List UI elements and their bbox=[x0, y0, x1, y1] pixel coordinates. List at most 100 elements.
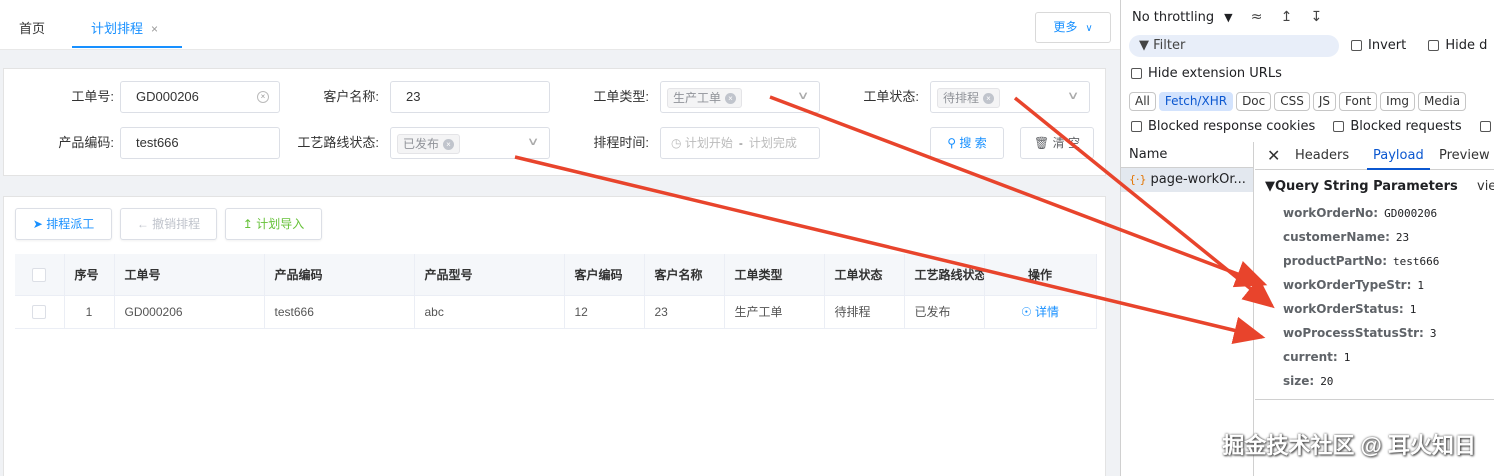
table-row[interactable]: 1 GD000206 test666 abc 12 23 生产工单 待排程 已发… bbox=[15, 295, 1097, 329]
param-key: workOrderStatus: bbox=[1283, 302, 1404, 316]
product-code-input[interactable]: test666 bbox=[120, 127, 280, 159]
process-status-select[interactable]: 已发布 × ∨ bbox=[390, 127, 550, 159]
blocked-options-row: Blocked response cookies Blocked request… bbox=[1121, 119, 1494, 134]
revoke-button[interactable]: ← 撤销排程 bbox=[120, 208, 217, 240]
hide-data-checkbox[interactable] bbox=[1428, 40, 1440, 51]
dispatch-button-label: 排程派工 bbox=[46, 217, 95, 231]
param-key: workOrderTypeStr: bbox=[1283, 278, 1412, 292]
tab-home[interactable]: 首页 bbox=[19, 0, 45, 48]
upload-icon[interactable]: ↥ bbox=[1281, 0, 1293, 34]
param-row: workOrderStatus: 1 bbox=[1283, 302, 1416, 316]
clear-icon[interactable]: × bbox=[257, 91, 269, 103]
devtools-network-panel: No throttling ▼ ≈ ↥ ↧ ▼ Filter Invert Hid… bbox=[1120, 0, 1494, 476]
work-order-no-input[interactable]: GD000206 × bbox=[120, 81, 280, 113]
chevron-down-icon: ∨ bbox=[1066, 90, 1080, 102]
eye-icon: ☉ bbox=[1020, 305, 1032, 319]
tag-close-icon[interactable]: × bbox=[725, 93, 737, 105]
blocked-cookies-checkbox[interactable] bbox=[1131, 121, 1142, 132]
tab-plan-schedule[interactable]: 计划排程 × bbox=[72, 0, 182, 48]
import-button[interactable]: ↥ 计划导入 bbox=[225, 208, 322, 240]
chip-all[interactable]: All bbox=[1129, 92, 1156, 111]
query-string-title: Query String Parameters bbox=[1275, 179, 1458, 194]
list-panel: ➤ 排程派工 ← 撤销排程 ↥ 计划导入 序号 工单号 产品编码 产品型号 客户… bbox=[3, 196, 1106, 476]
tab-plan-label: 计划排程 bbox=[91, 21, 144, 36]
clear-button[interactable]: 🗑 清 空 bbox=[1020, 127, 1094, 159]
chip-media[interactable]: Media bbox=[1418, 92, 1467, 111]
chip-font[interactable]: Font bbox=[1339, 92, 1378, 111]
param-value: GD000206 bbox=[1384, 207, 1438, 220]
product-code-label: 产品编码: bbox=[58, 135, 114, 150]
param-value: 1 bbox=[1417, 279, 1425, 292]
customer-name-input[interactable]: 23 bbox=[390, 81, 550, 113]
chip-js[interactable]: JS bbox=[1312, 92, 1337, 111]
param-key: size: bbox=[1283, 374, 1315, 388]
send-icon: ➤ bbox=[32, 217, 43, 231]
revoke-button-label: 撤销排程 bbox=[152, 217, 201, 231]
third-party-checkbox[interactable] bbox=[1479, 121, 1491, 132]
schedule-time-label: 排程时间: bbox=[593, 135, 649, 150]
schedule-end-placeholder: 计划完成 bbox=[748, 136, 797, 150]
detail-link-label: 详情 bbox=[1035, 305, 1060, 319]
more-button[interactable]: 更多 ∨ bbox=[1035, 12, 1111, 43]
cell-product-model: abc bbox=[414, 295, 565, 329]
param-value: 3 bbox=[1429, 327, 1437, 340]
query-string-section-header[interactable]: ▼Query String Parameters bbox=[1265, 179, 1458, 194]
download-icon[interactable]: ↧ bbox=[1310, 0, 1322, 34]
param-value: 23 bbox=[1395, 231, 1410, 244]
trash-icon: 🗑 bbox=[1034, 136, 1050, 150]
filter-input[interactable]: ▼ Filter bbox=[1129, 35, 1339, 57]
process-status-label: 工艺路线状态: bbox=[297, 135, 379, 150]
invert-checkbox[interactable] bbox=[1351, 40, 1362, 51]
work-order-status-label: 工单状态: bbox=[863, 89, 919, 104]
chip-img[interactable]: Img bbox=[1380, 92, 1416, 111]
request-row[interactable]: {·} page-workOr... bbox=[1121, 168, 1253, 192]
tag-close-icon[interactable]: × bbox=[983, 93, 995, 105]
search-icon: ⚲ bbox=[947, 136, 957, 150]
throttling-select[interactable]: No throttling ▼ bbox=[1132, 10, 1233, 25]
work-order-status-select[interactable]: 待排程 × ∨ bbox=[930, 81, 1090, 113]
tab-preview[interactable]: Preview bbox=[1439, 142, 1490, 170]
request-list: Name {·} page-workOr... bbox=[1121, 142, 1254, 476]
hide-data-label: Hide d bbox=[1445, 38, 1488, 53]
hide-extension-label: Hide extension URLs bbox=[1148, 66, 1282, 81]
work-order-status-tag: 待排程 × bbox=[937, 88, 1001, 108]
filter-icon: ▼ bbox=[1139, 38, 1149, 53]
request-detail: ✕ Headers Payload Preview ▼Query String … bbox=[1255, 142, 1494, 476]
work-order-status-tag-label: 待排程 bbox=[943, 91, 980, 105]
process-status-tag: 已发布 × bbox=[397, 134, 461, 154]
hide-extension-row: Hide extension URLs bbox=[1121, 66, 1494, 81]
product-code-value: test666 bbox=[136, 135, 179, 150]
import-button-label: 计划导入 bbox=[256, 217, 305, 231]
caret-down-icon: ▼ bbox=[1224, 11, 1233, 24]
view-source-link[interactable]: vie bbox=[1477, 179, 1494, 194]
param-row: workOrderTypeStr: 1 bbox=[1283, 278, 1424, 292]
select-all-checkbox[interactable] bbox=[32, 267, 47, 282]
row-checkbox[interactable] bbox=[32, 304, 47, 319]
schedule-time-range[interactable]: ◷ 计划开始 - 计划完成 bbox=[660, 127, 820, 159]
tab-headers[interactable]: Headers bbox=[1295, 142, 1349, 170]
chip-fetch-xhr[interactable]: Fetch/XHR bbox=[1158, 92, 1234, 111]
detail-link[interactable]: ☉ 详情 bbox=[1021, 305, 1059, 319]
throttling-toolbar: No throttling ▼ ≈ ↥ ↧ bbox=[1121, 0, 1494, 34]
close-icon[interactable]: × bbox=[151, 22, 158, 36]
param-key: woProcessStatusStr: bbox=[1283, 326, 1424, 340]
dispatch-button[interactable]: ➤ 排程派工 bbox=[15, 208, 112, 240]
column-header: 操作 bbox=[984, 254, 1097, 296]
search-button[interactable]: ⚲ 搜 索 bbox=[930, 127, 1004, 159]
xhr-icon: {·} bbox=[1129, 173, 1147, 186]
chip-css[interactable]: CSS bbox=[1274, 92, 1310, 111]
hide-extension-checkbox[interactable] bbox=[1131, 68, 1142, 79]
tab-payload[interactable]: Payload bbox=[1367, 142, 1430, 170]
wifi-settings-icon[interactable]: ≈ bbox=[1251, 0, 1263, 34]
cell-index: 1 bbox=[64, 295, 115, 329]
select-all-checkbox-cell bbox=[15, 254, 65, 296]
filter-placeholder: Filter bbox=[1153, 38, 1186, 53]
work-order-type-select[interactable]: 生产工单 × ∨ bbox=[660, 81, 820, 113]
blocked-requests-checkbox[interactable] bbox=[1333, 121, 1345, 132]
chip-doc[interactable]: Doc bbox=[1236, 92, 1272, 111]
param-value: 1 bbox=[1343, 351, 1351, 364]
close-icon[interactable]: ✕ bbox=[1267, 142, 1280, 170]
param-key: productPartNo: bbox=[1283, 254, 1388, 268]
tag-close-icon[interactable]: × bbox=[443, 139, 455, 151]
work-order-type-tag-label: 生产工单 bbox=[673, 91, 722, 105]
